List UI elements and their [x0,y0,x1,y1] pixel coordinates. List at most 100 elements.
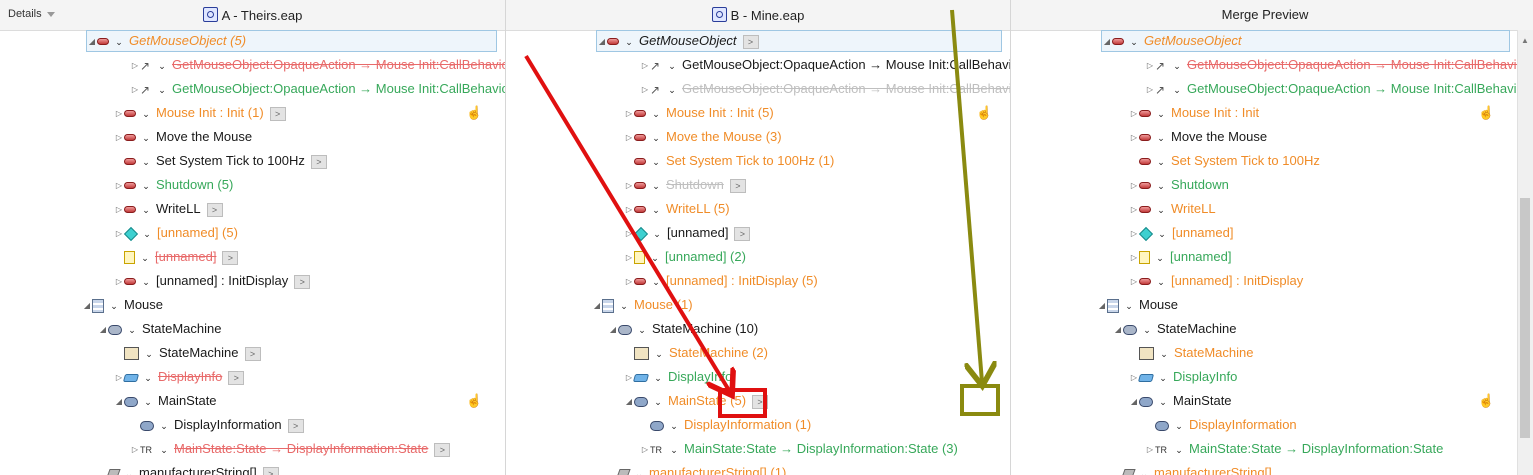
tree-row[interactable]: ▷ TR ⌄ MainState:State → DisplayInformation… [640,438,1004,460]
tree-row[interactable]: ⌄ DisplayInformation > [130,414,499,436]
collapsed-triangle-icon[interactable]: ▷ [1145,55,1155,77]
expand-details-button[interactable]: > [244,346,261,361]
chevron-down-icon[interactable]: ⌄ [649,247,661,269]
tree-row[interactable]: ⌄ [unnamed] > [114,246,499,268]
chevron-down-icon[interactable]: ⌄ [653,343,665,365]
tree-row[interactable]: ▷ ⌄ [unnamed] : InitDisplay [1129,270,1512,292]
tree-row[interactable]: ⌄ Set System Tick to 100Hz [1129,150,1512,172]
chevron-down-icon[interactable]: ⌄ [108,295,120,317]
chevron-down-icon[interactable]: ⌄ [126,319,138,341]
collapsed-triangle-icon[interactable]: ▷ [1129,103,1139,125]
chevron-down-icon[interactable]: ⌄ [140,151,152,173]
chevron-down-icon[interactable]: ⌄ [668,415,680,437]
tree-row[interactable]: ▷ ↗ ⌄ GetMouseObject:OpaqueAction → Mouse I… [640,54,1010,77]
expanded-triangle-icon[interactable]: ◢ [82,295,92,317]
chevron-down-icon[interactable]: ⌄ [666,55,678,77]
chevron-down-icon[interactable]: ⌄ [1173,415,1185,437]
expanded-triangle-icon[interactable]: ◢ [597,32,607,52]
tree-row[interactable]: ▷ ↗ ⌄ GetMouseObject:OpaqueAction → Mouse I… [130,78,505,100]
tree-row[interactable]: ▷ ↗ ⌄ GetMouseObject:OpaqueAction → Mouse I… [130,54,505,77]
chevron-down-icon[interactable]: ⌄ [1158,343,1170,365]
expand-details-button[interactable]: > [742,34,759,49]
chevron-down-icon[interactable]: ⌄ [666,79,678,101]
chevron-down-icon[interactable]: ⌄ [1123,295,1135,317]
chevron-down-icon[interactable]: ⌄ [650,103,662,125]
tree-row[interactable]: ▷ ⌄ Mouse Init : Init (1) > [114,102,499,124]
tree-row[interactable]: ▷ ⌄ [unnamed] : InitDisplay (5) [624,270,1004,292]
expand-details-button[interactable]: > [262,466,279,475]
collapsed-triangle-icon[interactable]: ▷ [1129,247,1139,269]
tree-row[interactable]: ◢ ⌄ Mouse [1097,294,1512,316]
chevron-down-icon[interactable]: ⌄ [123,463,135,475]
collapsed-triangle-icon[interactable]: ▷ [1129,199,1139,221]
collapsed-triangle-icon[interactable]: ▷ [624,199,634,221]
expand-details-button[interactable]: > [222,250,239,265]
tree-row[interactable]: ⌄ Set System Tick to 100Hz (1) [624,150,1004,172]
tree-row[interactable]: ▷ ⌄ DisplayInfo > [114,366,499,388]
chevron-down-icon[interactable]: ⌄ [1155,199,1167,221]
tree-row[interactable]: ▷ TR ⌄ MainState:State → DisplayInformation… [130,438,499,460]
chevron-down-icon[interactable]: ⌄ [1155,103,1167,125]
tree-row[interactable]: ▷ ⌄ WriteLL [1129,198,1512,220]
tree-row[interactable]: ⌄ manufacturerString[] [1113,462,1512,475]
tree-row[interactable]: ▷ ⌄ [unnamed] (2) [624,246,1004,268]
tree-row[interactable]: ▷ ⌄ WriteLL > [114,198,499,220]
tree-row[interactable]: ▷ ⌄ [unnamed] : InitDisplay > [114,270,499,292]
collapsed-triangle-icon[interactable]: ▷ [130,55,140,77]
tree-row[interactable]: ▷ ⌄ WriteLL (5) [624,198,1004,220]
expanded-triangle-icon[interactable]: ◢ [1129,391,1139,413]
tree-row[interactable]: ▷ ↗ ⌄ GetMouseObject:OpaqueAction → Mouse I… [1145,54,1518,77]
tree-row[interactable]: ▷ ↗ ⌄ GetMouseObject:OpaqueAction → Mouse I… [1145,78,1518,100]
tree-row[interactable]: ◢ ⌄ StateMachine [98,318,499,340]
tree-row[interactable]: ⌄ DisplayInformation [1145,414,1512,436]
collapsed-triangle-icon[interactable]: ▷ [1129,127,1139,149]
chevron-down-icon[interactable]: ⌄ [140,175,152,197]
chevron-down-icon[interactable]: ⌄ [636,319,648,341]
chevron-down-icon[interactable]: ⌄ [142,367,154,389]
chevron-down-icon[interactable]: ⌄ [1155,271,1167,293]
tree-row[interactable]: ▷ ↗ ⌄ GetMouseObject:OpaqueAction → Mouse I… [640,78,1010,101]
chevron-down-icon[interactable]: ⌄ [651,223,663,245]
chevron-down-icon[interactable]: ⌄ [650,199,662,221]
tree-row[interactable]: ▷ ⌄ Shutdown > [624,174,1004,196]
chevron-down-icon[interactable]: ⌄ [156,55,168,77]
chevron-down-icon[interactable]: ⌄ [1155,127,1167,149]
chevron-down-icon[interactable]: ⌄ [1173,439,1185,461]
chevron-down-icon[interactable]: ⌄ [650,151,662,173]
expand-details-button[interactable]: > [269,106,286,121]
collapsed-triangle-icon[interactable]: ▷ [624,127,634,149]
collapsed-triangle-icon[interactable]: ▷ [624,271,634,293]
tree-row[interactable]: ▷ ⌄ DisplayInfo [1129,366,1512,388]
chevron-down-icon[interactable]: ⌄ [618,295,630,317]
tree-row[interactable]: ▷ ⌄ Move the Mouse [114,126,499,148]
tree-row-selected[interactable]: ◢ ⌄ GetMouseObject > [596,30,1002,52]
tree-row[interactable]: ◢ ⌄ MainState (5) > [624,390,1004,412]
tree-row[interactable]: ▷ ⌄ [unnamed] [1129,246,1512,268]
expand-details-button[interactable]: > [294,274,311,289]
expand-details-button[interactable]: > [206,202,223,217]
chevron-down-icon[interactable]: ⌄ [1171,55,1183,77]
collapsed-triangle-icon[interactable]: ▷ [1129,367,1139,389]
chevron-down-icon[interactable]: ⌄ [158,415,170,437]
chevron-down-icon[interactable]: ⌄ [142,391,154,413]
collapsed-triangle-icon[interactable]: ▷ [1129,271,1139,293]
expand-details-button[interactable]: > [734,226,751,241]
chevron-down-icon[interactable]: ⌄ [158,439,170,461]
expand-details-button[interactable]: > [729,178,746,193]
chevron-down-icon[interactable]: ⌄ [652,391,664,413]
hand-pointer-icon[interactable]: ☝ [466,393,482,409]
hand-pointer-icon[interactable]: ☝ [1478,105,1494,121]
expanded-triangle-icon[interactable]: ◢ [1113,319,1123,341]
collapsed-triangle-icon[interactable]: ▷ [624,175,634,197]
chevron-down-icon[interactable]: ⌄ [650,271,662,293]
tree-row[interactable]: ⌄ StateMachine (2) [624,342,1004,364]
chevron-down-icon[interactable]: ⌄ [650,127,662,149]
tree-row[interactable]: ▷ ⌄ [unnamed] > [624,222,1004,244]
tree-row[interactable]: ▷ ⌄ Shutdown (5) [114,174,499,196]
tree-row-selected[interactable]: ◢ ⌄ GetMouseObject [1101,30,1510,52]
collapsed-triangle-icon[interactable]: ▷ [130,439,140,461]
tree-row[interactable]: ◢ ⌄ Mouse (1) [592,294,1004,316]
chevron-down-icon[interactable]: ⌄ [1155,151,1167,173]
tree-row[interactable]: ⌄ StateMachine > [114,342,499,364]
collapsed-triangle-icon[interactable]: ▷ [640,79,650,101]
